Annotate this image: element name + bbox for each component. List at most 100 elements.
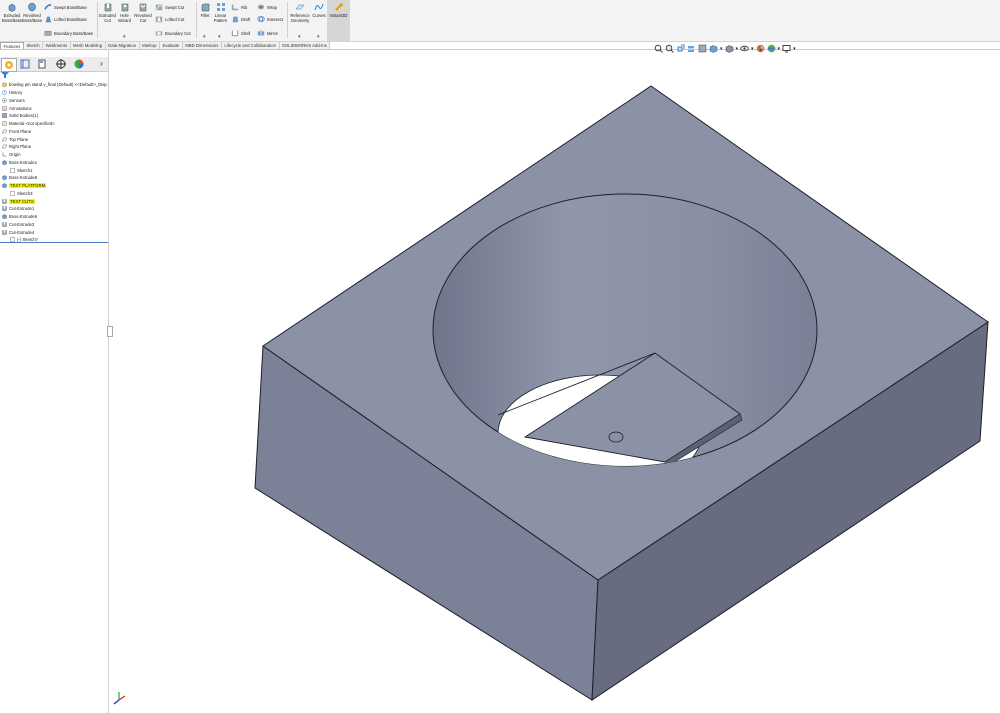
cut-icon [2, 229, 7, 235]
tree-item-label: TEXT PLATFORM [9, 183, 47, 188]
linear-pattern-icon [216, 3, 225, 11]
draft-button[interactable]: Draft [231, 15, 250, 23]
tree-item-top-plane[interactable]: Top Plane [2, 136, 28, 143]
graphics-area[interactable] [109, 50, 1000, 713]
rollback-bar[interactable] [0, 242, 108, 243]
tab-data-migration[interactable]: Data Migration [105, 42, 140, 49]
tree-item-front-plane[interactable]: Front Plane [2, 128, 31, 135]
tab-lifecycle-collaboration[interactable]: Lifecycle and Collaboration [221, 42, 280, 49]
tree-item-label: Sensors [9, 97, 25, 103]
swept-cut-button[interactable]: Swept Cut [155, 3, 184, 11]
tree-item-text-cuts[interactable]: TEXT CUTS [2, 198, 35, 205]
tree-item-sensors[interactable]: Sensors [2, 97, 25, 104]
command-manager-tabs: Features Sketch Weldments Mesh Modeling … [0, 42, 331, 49]
dropdown-arrow-icon[interactable]: ▾ [298, 34, 301, 40]
tree-item-label: Sketch1 [17, 167, 33, 173]
revolved-cut-button[interactable]: Revolved Cut [134, 2, 152, 23]
revolved-cut-icon [139, 3, 147, 12]
revolved-boss-button[interactable]: Revolved Boss/Base [22, 2, 42, 23]
tab-mesh-modeling[interactable]: Mesh Modeling [70, 42, 106, 49]
rib-button[interactable]: Rib [231, 3, 247, 11]
dropdown-arrow-icon[interactable]: ▾ [203, 34, 206, 40]
linear-pattern-button[interactable]: Linear Pattern [213, 2, 228, 23]
panel-tabs: › [0, 57, 108, 72]
tab-markup[interactable]: Markup [139, 42, 160, 49]
feature-manager-tab[interactable] [1, 58, 17, 72]
property-manager-tab[interactable] [18, 58, 32, 70]
extruded-cut-button[interactable]: Extruded Cut [99, 2, 116, 23]
swept-boss-button[interactable]: Swept Boss/Base [44, 3, 87, 11]
tree-item-annotations[interactable]: A Annotations [2, 105, 32, 112]
tree-root-part[interactable]: bowling pin stand v_final (Default) <<De… [2, 81, 107, 88]
tree-item-cut-extrude1[interactable]: Cut-Extrude1 [2, 205, 34, 212]
appearance-icon [74, 59, 84, 69]
tab-evaluate[interactable]: Evaluate [159, 42, 183, 49]
boundary-boss-icon [44, 31, 52, 36]
extrude-icon [2, 183, 7, 188]
tree-item-label: Cut-Extrude4 [9, 229, 35, 235]
tree-item-solid-bodies-1[interactable]: Solid Bodies(1) [2, 112, 38, 119]
dropdown-arrow-icon[interactable]: ▾ [218, 34, 221, 40]
fillet-icon [201, 3, 210, 12]
lofted-cut-button[interactable]: Lofted Cut [155, 15, 184, 23]
dimxpert-tab[interactable] [54, 58, 68, 70]
tree-item-material-not-specified[interactable]: Material <not specified> [2, 120, 55, 127]
feature-manager-panel: › bowling pin stand v_final (Default) <<… [0, 50, 109, 713]
chevron-right-icon[interactable]: › [97, 58, 106, 70]
boundary-boss-button[interactable]: Boundary Boss/Base [44, 29, 93, 37]
tree-item-cut-extrude4[interactable]: Cut-Extrude4 [2, 229, 34, 236]
lofted-boss-button[interactable]: Lofted Boss/Base [44, 15, 87, 23]
plane-icon [2, 137, 7, 141]
reference-geometry-icon [295, 4, 305, 10]
intersect-button[interactable]: Intersect [257, 15, 283, 23]
solid-bodies-icon [2, 113, 7, 118]
tree-item-boss-extrude6[interactable]: Boss-Extrude6 [2, 213, 37, 220]
mirror-button[interactable]: Mirror [257, 29, 278, 37]
shell-button[interactable]: Shell [231, 29, 250, 37]
tree-item-label: Annotations [9, 105, 32, 111]
wrap-icon: A [257, 4, 265, 10]
reference-geometry-button[interactable]: Reference Geometry [289, 2, 311, 23]
tree-item-origin[interactable]: Origin [2, 151, 20, 158]
configuration-manager-tab[interactable] [35, 58, 49, 70]
tree-item-history[interactable]: History [2, 89, 22, 96]
dropdown-arrow-icon[interactable]: ▾ [317, 34, 320, 40]
tree-item-sketch3[interactable]: Sketch3 [10, 190, 33, 197]
ribbon-separator [196, 2, 197, 38]
hole-wizard-button[interactable]: Hole Wizard [117, 2, 132, 23]
tab-weldments[interactable]: Weldments [43, 42, 71, 49]
tab-sketch[interactable]: Sketch [23, 42, 44, 49]
boundary-cut-icon [155, 31, 163, 36]
curves-button[interactable]: Curves [312, 2, 326, 18]
cut-icon [2, 206, 7, 211]
instant3d-button[interactable]: Instant3D [327, 0, 350, 41]
lofted-boss-icon [45, 16, 52, 23]
tree-item-cut-extrude3[interactable]: Cut-Extrude3 [2, 221, 34, 228]
property-manager-icon [20, 59, 30, 69]
wrap-button[interactable]: A Wrap [257, 3, 277, 11]
crosshair-icon [56, 59, 66, 69]
tree-item-boss-extrude5[interactable]: Boss-Extrude5 [2, 174, 37, 181]
tab-solidworks-add-ins[interactable]: SOLIDWORKS Add-Ins [279, 42, 331, 49]
tree-item-sketch1[interactable]: Sketch1 [10, 167, 33, 174]
fillet-button[interactable]: Fillet [198, 2, 212, 18]
svg-text:A: A [259, 5, 262, 10]
tree-item-label: Cut-Extrude3 [9, 221, 35, 227]
tree-item-right-plane[interactable]: Right Plane [2, 143, 31, 150]
filter-icon[interactable] [1, 72, 9, 78]
history-icon [2, 90, 7, 95]
extruded-boss-button[interactable]: Extruded Boss/Base [2, 2, 22, 23]
dropdown-arrow-icon[interactable]: ▾ [123, 34, 126, 40]
tab-features[interactable]: Features [0, 42, 24, 49]
tree-item-text-platform[interactable]: TEXT PLATFORM [2, 182, 47, 189]
swept-boss-icon [44, 4, 52, 10]
display-manager-tab[interactable] [72, 58, 86, 70]
origin-icon [2, 152, 7, 157]
tree-item-label: Boss-Extrude1 [9, 159, 38, 165]
material-icon [2, 121, 7, 126]
tree-item-boss-extrude1[interactable]: Boss-Extrude1 [2, 159, 37, 166]
tree-item-label: Solid Bodies(1) [9, 113, 39, 119]
tab-mbd-dimensions[interactable]: MBD Dimensions [182, 42, 222, 49]
boundary-cut-button[interactable]: Boundary Cut [155, 29, 191, 37]
annotation-icon: A [2, 105, 7, 111]
